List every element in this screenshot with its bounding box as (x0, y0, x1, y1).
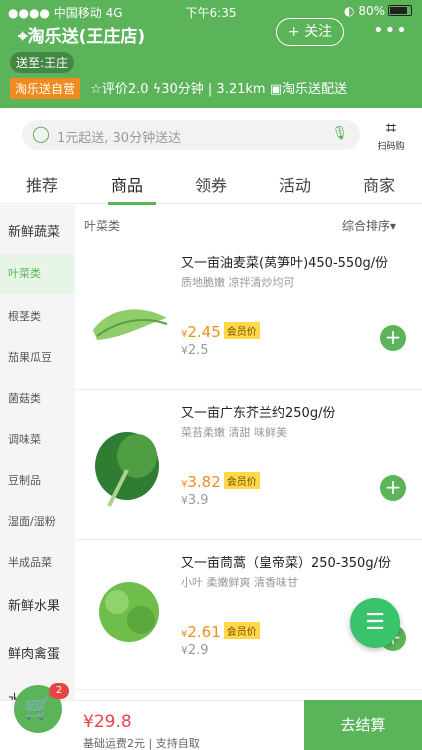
product-desc: 小叶 柔嫩鲜爽 清香味甘 (181, 576, 298, 589)
distance: 3.21km (216, 82, 266, 97)
sidebar-item-seasoning[interactable]: 调味菜 (0, 431, 75, 447)
search-icon: ◯ (32, 124, 50, 143)
delivery-time: 30分钟 (161, 82, 204, 97)
sort-label: 综合排序 (342, 219, 391, 233)
cart-total: ¥29.8 (83, 712, 132, 732)
price-value: 2.61 (187, 623, 221, 641)
product-image-lettuce (93, 309, 168, 340)
category-meat[interactable]: 鲜肉禽蛋 (0, 643, 75, 662)
original-price: ¥2.9 (181, 643, 209, 658)
sidebar-item-mushroom[interactable]: 菌菇类 (0, 390, 75, 406)
currency: ¥ (83, 712, 94, 732)
search-placeholder: 1元起送, 30分钟送达 (57, 131, 182, 146)
category-fruit[interactable]: 新鲜水果 (0, 595, 75, 614)
status-bar: ●●●● 中国移动 4G 下午6:35 ◐ 80% (0, 3, 422, 21)
price-value: 2.45 (187, 323, 221, 341)
member-badge: 会员价 (223, 622, 260, 639)
original-price: ¥2.5 (181, 343, 209, 358)
member-price: ¥3.82 会员价 (181, 472, 260, 491)
tab-coupons[interactable]: 领券 (195, 172, 227, 196)
scan-icon: ⌗ (385, 118, 397, 139)
follow-button[interactable]: + 关注 (276, 18, 344, 46)
product-title[interactable]: 又一亩广东芥兰约250g/份 (181, 402, 335, 421)
box-icon: ▣ (269, 82, 282, 97)
add-to-cart-button[interactable]: + (380, 325, 406, 351)
currency: ¥ (181, 344, 188, 357)
tab-bar: 推荐 商品 领券 活动 商家 (0, 162, 422, 204)
original-price: ¥3.9 (181, 493, 209, 508)
cart-total-value: 29.8 (93, 712, 132, 732)
sidebar-item-soy[interactable]: 豆制品 (0, 472, 75, 488)
sidebar-item-fruit-veg[interactable]: 茄果瓜豆 (0, 349, 75, 365)
rating-text: 评价2.0 (101, 82, 149, 97)
scan-label: 扫码购 (377, 142, 405, 152)
delivery-address[interactable]: 送至:王庄 (10, 52, 75, 73)
star-icon: ☆ (90, 82, 102, 97)
product-image-crown-daisy (99, 582, 159, 642)
old-price-value: 2.5 (187, 343, 209, 358)
scan-button[interactable]: ⌗ 扫码购 (376, 118, 406, 152)
sidebar-item-semi-finished[interactable]: 半成品菜 (0, 554, 75, 570)
member-badge: 会员价 (223, 472, 260, 489)
old-price-value: 3.9 (187, 493, 209, 508)
section-title: 叶菜类 (84, 219, 121, 233)
product-desc: 菜苔柔嫩 清甜 味鲜美 (181, 426, 287, 439)
product-title[interactable]: 又一亩油麦菜(莴笋叶)450-550g/份 (181, 252, 388, 271)
old-price-value: 2.9 (187, 643, 209, 658)
sort-dropdown[interactable]: 综合排序▾ (342, 217, 396, 234)
tab-activities[interactable]: 活动 (279, 172, 311, 196)
product-card[interactable]: 又一亩油麦菜(莴笋叶)450-550g/份 质地脆嫩 凉拌清炒均可 ¥2.45 会… (75, 240, 422, 390)
price-value: 3.82 (187, 473, 221, 491)
add-to-cart-button[interactable]: + (380, 475, 406, 501)
floating-action-button[interactable]: ☰ (350, 598, 400, 648)
category-fresh-vegetables[interactable]: 新鲜蔬菜 (0, 221, 75, 240)
product-desc: 质地脆嫩 凉拌清炒均可 (181, 276, 295, 289)
store-name[interactable]: ⌖淘乐送(王庄店) (18, 22, 145, 47)
tab-merchant[interactable]: 商家 (363, 172, 395, 196)
store-name-text: 淘乐送(王庄店) (27, 27, 146, 47)
store-header: ●●●● 中国移动 4G 下午6:35 ◐ 80% ⌖淘乐送(王庄店) + 关注… (0, 0, 422, 108)
currency: ¥ (181, 644, 188, 657)
checkout-button[interactable]: 去结算 (304, 700, 422, 750)
tab-recommend[interactable]: 推荐 (26, 172, 58, 196)
cart-icon: 🛒 (24, 696, 52, 721)
location-icon: ⌖ (18, 27, 28, 47)
store-info-row: 淘乐送自营 ☆评价2.0 ϟ30分钟 | 3.21km ▣淘乐送配送 (10, 78, 347, 99)
lightning-icon: ϟ (152, 82, 162, 97)
battery-icon (388, 5, 412, 16)
product-title[interactable]: 又一亩茼蒿（皇帝菜）250-350g/份 (181, 552, 391, 571)
tab-products[interactable]: 商品 (111, 172, 143, 196)
chevron-down-icon: ▾ (390, 219, 397, 233)
delivery-fee: 基础运费2元 | 支持自取 (83, 737, 200, 750)
microphone-icon[interactable]: 🎙 (331, 126, 348, 141)
search-input[interactable]: ◯ 1元起送, 30分钟送达 🎙 (22, 120, 360, 150)
cart-count-badge: 2 (49, 683, 69, 699)
member-price: ¥2.45 会员价 (181, 322, 260, 341)
member-badge: 会员价 (223, 322, 260, 339)
active-tab-indicator (108, 202, 156, 205)
delivery-mode: 淘乐送配送 (282, 82, 348, 97)
product-image-kale (95, 432, 159, 507)
battery-text: 80% (358, 4, 385, 18)
sidebar-item-leafy[interactable]: 叶菜类 (0, 254, 75, 294)
currency: ¥ (181, 494, 188, 507)
product-card[interactable]: 又一亩广东芥兰约250g/份 菜苔柔嫩 清甜 味鲜美 ¥3.82 会员价 ¥3.9… (75, 390, 422, 540)
member-price: ¥2.61 会员价 (181, 622, 260, 641)
sidebar-item-root[interactable]: 根茎类 (0, 308, 75, 324)
self-operated-badge: 淘乐送自营 (10, 78, 81, 99)
status-right: ◐ 80% (344, 4, 412, 18)
category-sidebar: 新鲜蔬菜 叶菜类 根茎类 茄果瓜豆 菌菇类 调味菜 豆制品 湿面/湿粉 半成品菜… (0, 205, 75, 700)
sidebar-item-noodles[interactable]: 湿面/湿粉 (0, 513, 75, 529)
more-icon[interactable]: ••• (373, 20, 408, 41)
